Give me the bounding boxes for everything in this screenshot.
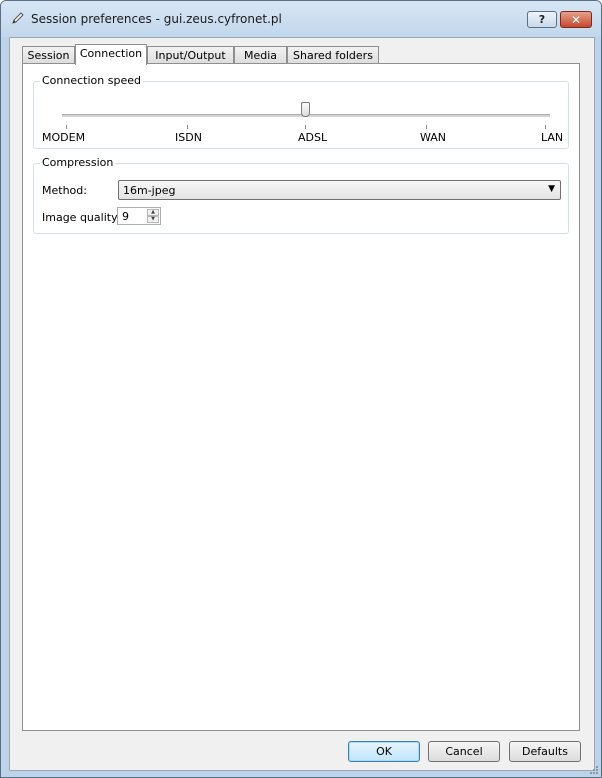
tab-input-output[interactable]: Input/Output xyxy=(147,46,234,64)
cancel-button[interactable]: Cancel xyxy=(428,741,500,762)
speed-label-lan: LAN xyxy=(541,131,564,144)
resize-grip-icon[interactable] xyxy=(589,765,599,775)
slider-thumb[interactable] xyxy=(301,102,310,117)
connection-speed-label: Connection speed xyxy=(40,74,143,87)
close-button[interactable]: ✕ xyxy=(560,11,592,28)
window-title: Session preferences - gui.zeus.cyfronet.… xyxy=(31,12,282,26)
image-quality-spinbox[interactable]: 9 ▲ ▼ xyxy=(117,207,161,225)
speed-label-isdn: ISDN xyxy=(175,131,202,144)
slider-tick xyxy=(187,125,188,129)
tab-connection[interactable]: Connection xyxy=(75,44,147,65)
method-select[interactable]: 16m-jpeg ▼ xyxy=(118,180,561,200)
title-bar[interactable]: Session preferences - gui.zeus.cyfronet.… xyxy=(1,1,601,37)
close-icon: ✕ xyxy=(570,12,582,27)
tab-session[interactable]: Session xyxy=(22,46,75,64)
dialog-client-area: Session Connection Input/Output Media Sh… xyxy=(9,37,595,771)
chevron-down-icon: ▼ xyxy=(548,184,555,194)
dialog-window: Session preferences - gui.zeus.cyfronet.… xyxy=(0,0,602,778)
speed-label-adsl: ADSL xyxy=(298,131,328,144)
method-label: Method: xyxy=(42,184,87,197)
ok-button[interactable]: OK xyxy=(348,741,420,762)
spin-down-icon[interactable]: ▼ xyxy=(147,216,159,223)
speed-label-wan: WAN xyxy=(420,131,447,144)
help-button[interactable]: ? xyxy=(527,11,557,28)
image-quality-label: Image quality: xyxy=(42,211,121,224)
connection-tab-panel: Connection speed MODEM ISDN ADSL WAN LAN… xyxy=(22,63,580,731)
compression-group: Compression Method: 16m-jpeg ▼ Image qua… xyxy=(33,156,569,234)
connection-speed-group: Connection speed MODEM ISDN ADSL WAN LAN xyxy=(33,74,569,149)
slider-tick xyxy=(545,125,546,129)
pen-icon xyxy=(11,11,25,25)
defaults-button[interactable]: Defaults xyxy=(509,741,581,762)
spin-buttons: ▲ ▼ xyxy=(147,209,159,223)
spin-up-icon[interactable]: ▲ xyxy=(147,209,159,216)
slider-tick xyxy=(305,125,306,129)
speed-label-modem: MODEM xyxy=(42,131,86,144)
slider-tick xyxy=(66,125,67,129)
tab-media[interactable]: Media xyxy=(234,46,287,64)
method-value: 16m-jpeg xyxy=(123,184,176,197)
tab-shared-folders[interactable]: Shared folders xyxy=(287,46,379,64)
help-icon: ? xyxy=(538,13,546,26)
slider-tick xyxy=(426,125,427,129)
image-quality-value: 9 xyxy=(122,210,129,223)
compression-label: Compression xyxy=(40,156,116,169)
